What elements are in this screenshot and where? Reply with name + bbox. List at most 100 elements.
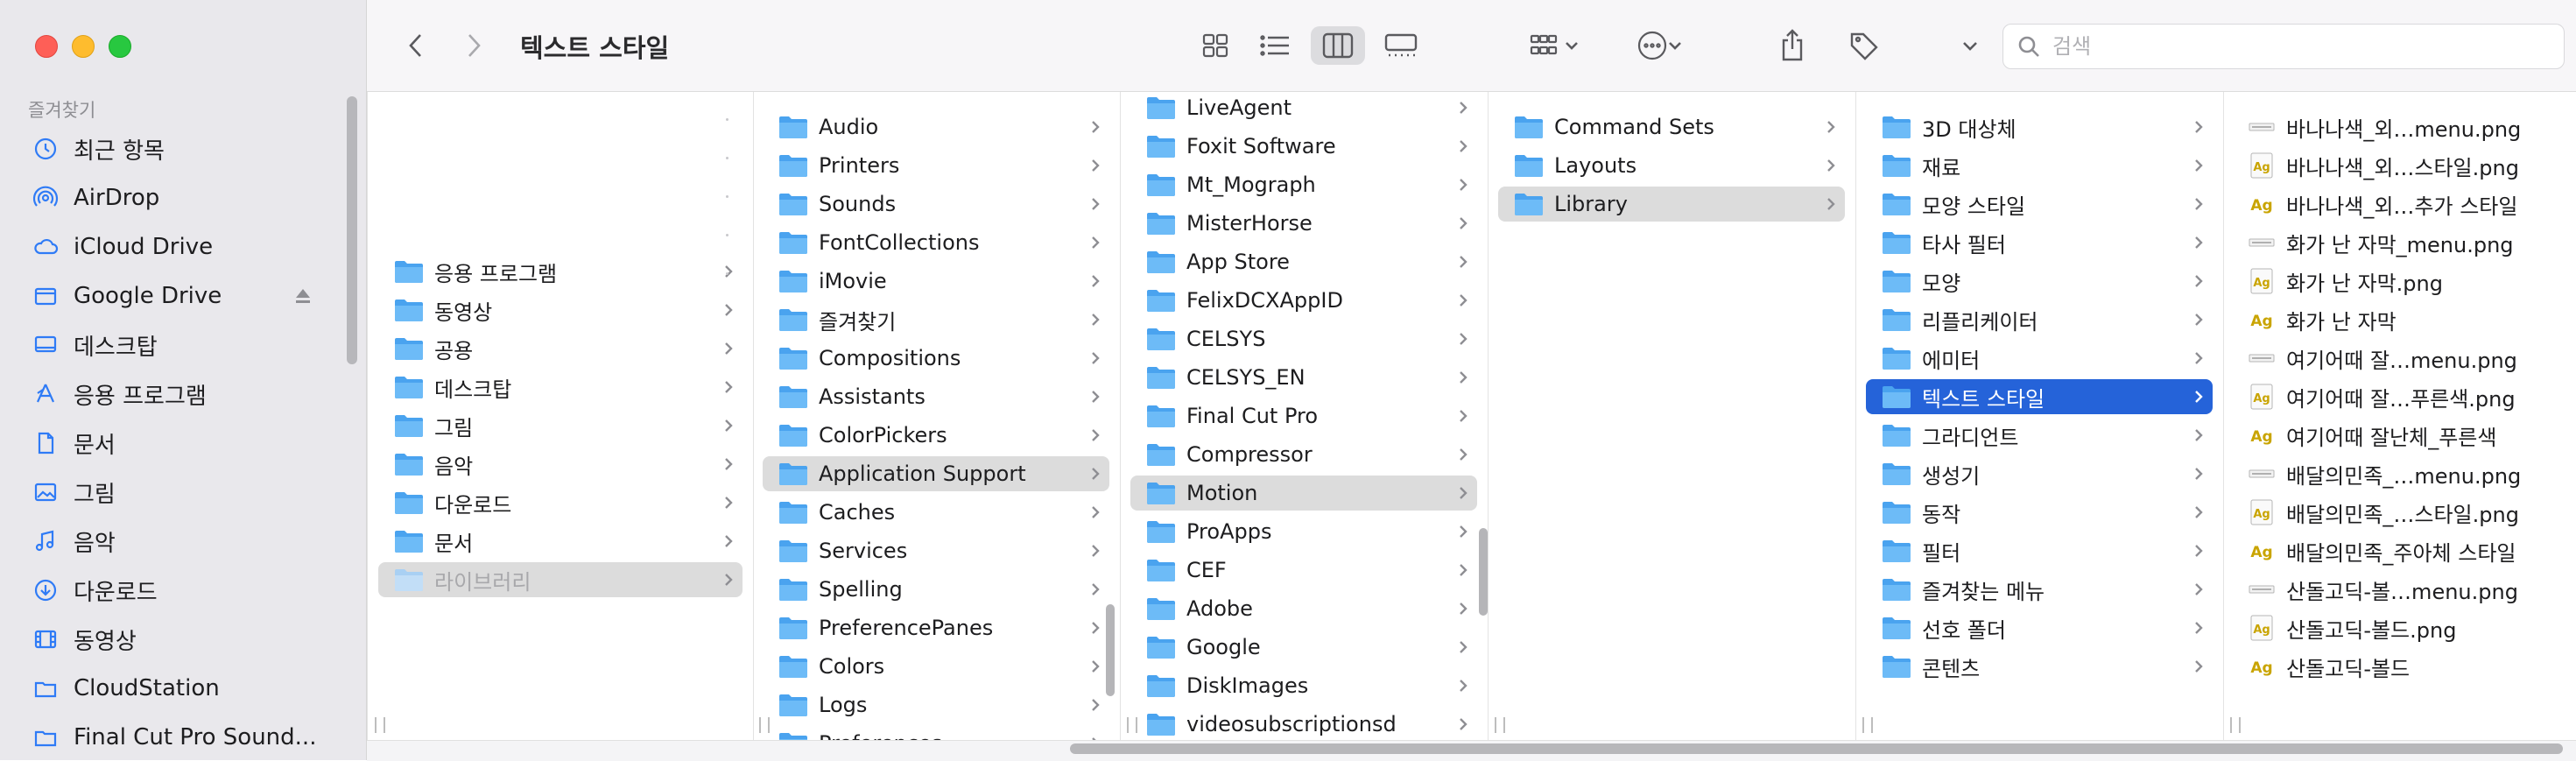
icon-view-button[interactable]	[1190, 26, 1241, 65]
sidebar-item-final-cut-pro-sound[interactable]: Final Cut Pro Sound...	[19, 715, 334, 760]
folder-item[interactable]: iMovie	[763, 264, 1109, 299]
folder-item[interactable]: 콘텐츠	[1866, 649, 2213, 684]
file-item[interactable]: Ag 배달의민족_…스타일.png	[2234, 495, 2565, 530]
sidebar-item-applications[interactable]: 응용 프로그램	[19, 371, 334, 417]
folder-item[interactable]: videosubscriptionsd	[1130, 707, 1477, 740]
share-button[interactable]	[1771, 26, 1813, 65]
back-button[interactable]	[398, 26, 433, 65]
column-resize-handle[interactable]	[1495, 717, 1505, 733]
folder-item[interactable]: Layouts	[1498, 148, 1845, 183]
gallery-view-button[interactable]	[1374, 26, 1428, 65]
file-item[interactable]: Ag 산돌고딕-볼드	[2234, 649, 2565, 684]
file-item[interactable]: Ag 배달의민족_주아체 스타일	[2234, 533, 2565, 568]
file-item[interactable]: 산돌고딕-볼…menu.png	[2234, 572, 2565, 607]
sidebar-item-downloads[interactable]: 다운로드	[19, 567, 334, 613]
folder-item[interactable]: 문서	[378, 524, 743, 559]
folder-item[interactable]: Google	[1130, 630, 1477, 665]
sidebar-item-music[interactable]: 음악	[19, 518, 334, 564]
folder-item[interactable]: Compositions	[763, 341, 1109, 376]
search-field[interactable]	[2002, 24, 2565, 69]
sidebar-item-desktop[interactable]: 데스크탑	[19, 322, 334, 368]
column-scrollbar[interactable]	[1479, 528, 1488, 616]
file-item[interactable]: 배달의민족_…menu.png	[2234, 456, 2565, 491]
folder-item[interactable]: Final Cut Pro	[1130, 398, 1477, 433]
folder-item[interactable]: 그라디언트	[1866, 418, 2213, 453]
sidebar-item-movies[interactable]: 동영상	[19, 617, 334, 662]
folder-item[interactable]: Application Support	[763, 456, 1109, 491]
folder-item[interactable]: 에미터	[1866, 341, 2213, 376]
folder-item[interactable]: ProApps	[1130, 514, 1477, 549]
folder-item[interactable]: LiveAgent	[1130, 92, 1477, 125]
file-item[interactable]: Ag 여기어때 잘…푸른색.png	[2234, 379, 2565, 414]
column-resize-handle[interactable]	[759, 717, 770, 733]
folder-item[interactable]: PreferencePanes	[763, 610, 1109, 645]
folder-item[interactable]: 모양 스타일	[1866, 187, 2213, 222]
folder-item[interactable]: 선호 폴더	[1866, 610, 2213, 645]
column-scrollbar[interactable]	[1106, 604, 1115, 696]
folder-item[interactable]: Compressor	[1130, 437, 1477, 472]
folder-item[interactable]: 재료	[1866, 148, 2213, 183]
file-item[interactable]: Ag 산돌고딕-볼드.png	[2234, 610, 2565, 645]
file-item[interactable]: Ag 화가 난 자막.png	[2234, 264, 2565, 299]
forward-button[interactable]	[456, 26, 491, 65]
folder-item[interactable]: 리플리케이터	[1866, 302, 2213, 337]
column-resize-handle[interactable]	[1862, 717, 1873, 733]
folder-item[interactable]: Preferences	[763, 726, 1109, 740]
folder-item[interactable]: 동영상	[378, 292, 743, 328]
folder-item[interactable]: CELSYS_EN	[1130, 360, 1477, 395]
folder-item[interactable]: Spelling	[763, 572, 1109, 607]
list-view-button[interactable]	[1249, 26, 1300, 65]
sidebar-item-recents[interactable]: 최근 항목	[19, 126, 334, 172]
column-view-button[interactable]	[1311, 26, 1365, 65]
file-item[interactable]: 바나나색_외…menu.png	[2234, 109, 2565, 144]
folder-item[interactable]: 응용 프로그램	[378, 254, 743, 289]
folder-item[interactable]: 모양	[1866, 264, 2213, 299]
folder-item[interactable]: 즐겨찾기	[763, 302, 1109, 337]
file-item[interactable]: Ag 여기어때 잘난체_푸른색	[2234, 418, 2565, 453]
sidebar-item-pictures[interactable]: 그림	[19, 469, 334, 515]
folder-item[interactable]: 공용	[378, 331, 743, 366]
folder-item[interactable]: Adobe	[1130, 591, 1477, 626]
folder-item[interactable]: Command Sets	[1498, 109, 1845, 144]
folder-item[interactable]: CEF	[1130, 553, 1477, 588]
minimize-window-button[interactable]	[72, 35, 95, 58]
tags-button[interactable]	[1843, 26, 1885, 65]
horizontal-scrollbar[interactable]	[1070, 743, 2563, 754]
folder-item[interactable]: 그림	[378, 408, 743, 443]
folder-item[interactable]: Library	[1498, 187, 1845, 222]
folder-item[interactable]: Motion	[1130, 476, 1477, 511]
file-item[interactable]: 여기어때 잘…menu.png	[2234, 341, 2565, 376]
folder-item[interactable]: Colors	[763, 649, 1109, 684]
folder-item[interactable]: 3D 대상체	[1866, 109, 2213, 144]
column-resize-handle[interactable]	[2230, 717, 2241, 733]
more-actions-button[interactable]	[1624, 26, 1694, 65]
folder-item[interactable]: 라이브러리	[378, 562, 743, 597]
folder-item[interactable]: 데스크탑	[378, 370, 743, 405]
toolbar-overflow-button[interactable]	[1957, 26, 1983, 65]
folder-item[interactable]: Printers	[763, 148, 1109, 183]
folder-item[interactable]: 동작	[1866, 495, 2213, 530]
file-item[interactable]: 화가 난 자막_menu.png	[2234, 225, 2565, 260]
search-input[interactable]	[2051, 33, 2544, 60]
folder-item[interactable]: 즐겨찾는 메뉴	[1866, 572, 2213, 607]
folder-item[interactable]: 텍스트 스타일	[1866, 379, 2213, 414]
folder-item[interactable]: ColorPickers	[763, 418, 1109, 453]
folder-item[interactable]: Logs	[763, 687, 1109, 722]
folder-item[interactable]: 필터	[1866, 533, 2213, 568]
eject-icon[interactable]	[292, 285, 313, 307]
sidebar-item-icloud-drive[interactable]: iCloud Drive	[19, 224, 334, 270]
sidebar-scrollbar[interactable]	[347, 96, 357, 364]
sidebar-item-google-drive[interactable]: Google Drive	[19, 273, 334, 319]
folder-item[interactable]: 음악	[378, 447, 743, 482]
folder-item[interactable]: 생성기	[1866, 456, 2213, 491]
folder-item[interactable]: MisterHorse	[1130, 206, 1477, 241]
sidebar-item-cloudstation[interactable]: CloudStation	[19, 666, 334, 711]
folder-item[interactable]: Caches	[763, 495, 1109, 530]
folder-item[interactable]: CELSYS	[1130, 321, 1477, 356]
folder-item[interactable]: Assistants	[763, 379, 1109, 414]
sidebar-item-documents[interactable]: 문서	[19, 420, 334, 466]
file-item[interactable]: Ag 바나나색_외…추가 스타일	[2234, 187, 2565, 222]
folder-item[interactable]: FontCollections	[763, 225, 1109, 260]
folder-item[interactable]: App Store	[1130, 244, 1477, 279]
folder-item[interactable]: Services	[763, 533, 1109, 568]
